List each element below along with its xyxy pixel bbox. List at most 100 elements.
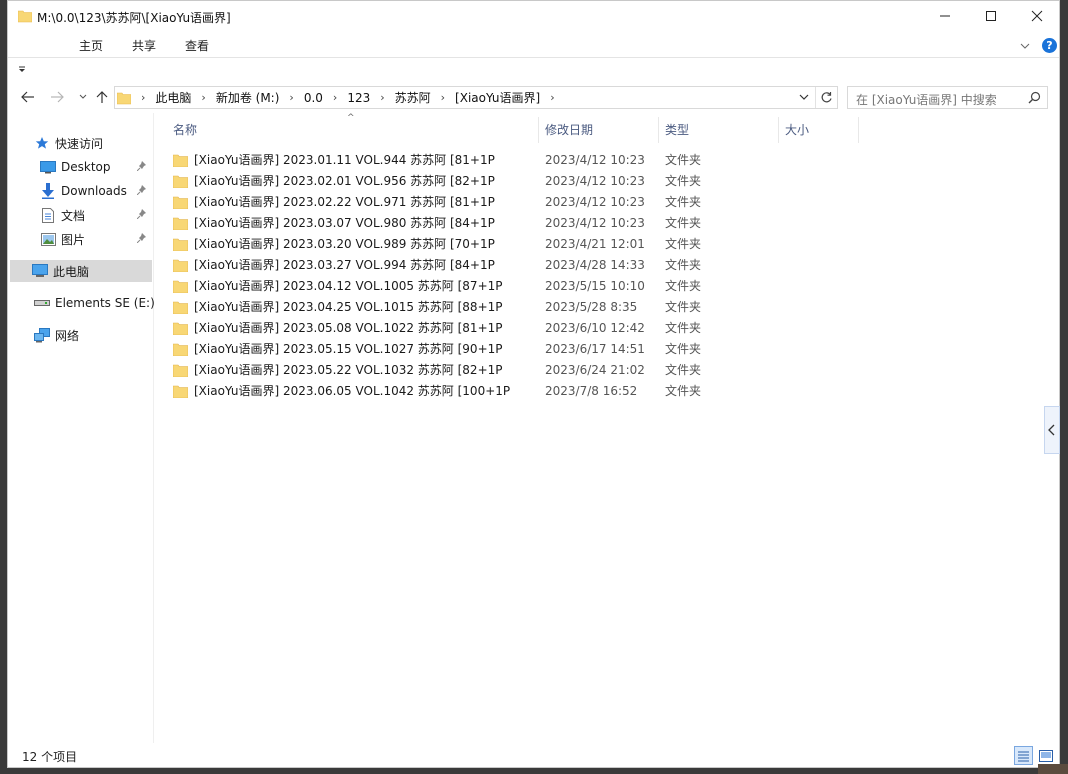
sidebar-item-label: 快速访问 bbox=[55, 136, 104, 151]
breadcrumb-separator[interactable]: › bbox=[441, 91, 445, 104]
breadcrumb-item[interactable]: 此电脑 bbox=[155, 89, 191, 106]
folder-icon bbox=[17, 9, 33, 26]
file-name: [XiaoYu语画界] 2023.05.08 VOL.1022 苏苏阿 [81+… bbox=[194, 321, 503, 335]
refresh-button[interactable] bbox=[815, 87, 837, 108]
help-icon[interactable]: ? bbox=[1042, 38, 1057, 53]
large-icons-view-button[interactable] bbox=[1036, 746, 1055, 765]
sidebar-item-elements-drive[interactable]: Elements SE (E:) bbox=[33, 292, 155, 314]
file-name: [XiaoYu语画界] 2023.04.25 VOL.1015 苏苏阿 [88+… bbox=[194, 300, 503, 314]
tab-home[interactable]: 主页 bbox=[79, 37, 103, 54]
file-type: 文件夹 bbox=[665, 258, 702, 272]
column-header-name[interactable]: 名称 bbox=[167, 113, 537, 145]
sidebar-item-label: Desktop bbox=[61, 160, 111, 174]
file-type: 文件夹 bbox=[665, 174, 702, 188]
file-modified: 2023/7/8 16:52 bbox=[545, 383, 638, 398]
search-input[interactable]: 在 [XiaoYu语画界] 中搜索 bbox=[847, 86, 1048, 109]
pin-icon[interactable] bbox=[136, 160, 147, 174]
file-row[interactable]: [XiaoYu语画界] 2023.04.25 VOL.1015 苏苏阿 [88+… bbox=[172, 296, 873, 317]
file-type: 文件夹 bbox=[665, 153, 702, 167]
breadcrumb-separator[interactable]: › bbox=[289, 91, 293, 104]
back-button[interactable] bbox=[17, 86, 39, 108]
details-view-icon bbox=[1018, 751, 1029, 761]
file-modified: 2023/6/24 21:02 bbox=[545, 362, 645, 377]
folder-icon bbox=[172, 343, 189, 356]
arrow-up-icon bbox=[96, 91, 108, 103]
file-row[interactable]: [XiaoYu语画界] 2023.01.11 VOL.944 苏苏阿 [81+1… bbox=[172, 149, 873, 170]
folder-icon bbox=[172, 154, 189, 167]
column-header-label: 名称 bbox=[173, 122, 198, 137]
column-divider[interactable] bbox=[858, 117, 859, 143]
address-history-chevron-down-icon[interactable] bbox=[798, 90, 810, 107]
sidebar-item-quick-access[interactable]: 快速访问 bbox=[33, 132, 103, 154]
file-row[interactable]: [XiaoYu语画界] 2023.04.12 VOL.1005 苏苏阿 [87+… bbox=[172, 275, 873, 296]
forward-button[interactable] bbox=[46, 86, 68, 108]
sidebar-item-network[interactable]: 网络 bbox=[33, 324, 79, 346]
sidebar-item-pictures[interactable]: 图片 bbox=[39, 228, 154, 250]
file-name: [XiaoYu语画界] 2023.06.05 VOL.1042 苏苏阿 [100… bbox=[194, 384, 511, 398]
breadcrumb-item[interactable]: 123 bbox=[347, 91, 370, 105]
file-row[interactable]: [XiaoYu语画界] 2023.05.08 VOL.1022 苏苏阿 [81+… bbox=[172, 317, 873, 338]
minimize-button[interactable] bbox=[922, 1, 968, 31]
file-modified: 2023/4/12 10:23 bbox=[545, 173, 645, 188]
file-row[interactable]: [XiaoYu语画界] 2023.05.15 VOL.1027 苏苏阿 [90+… bbox=[172, 338, 873, 359]
file-type: 文件夹 bbox=[665, 195, 702, 209]
file-row[interactable]: [XiaoYu语画界] 2023.03.07 VOL.980 苏苏阿 [84+1… bbox=[172, 212, 873, 233]
column-header-type[interactable]: 类型 bbox=[659, 113, 777, 145]
file-modified: 2023/6/10 12:42 bbox=[545, 320, 645, 335]
tab-view[interactable]: 查看 bbox=[185, 37, 209, 54]
file-type: 文件夹 bbox=[665, 279, 702, 293]
file-name: [XiaoYu语画界] 2023.05.15 VOL.1027 苏苏阿 [90+… bbox=[194, 342, 503, 356]
sidebar-item-this-pc[interactable]: 此电脑 bbox=[10, 260, 152, 282]
file-row[interactable]: [XiaoYu语画界] 2023.02.22 VOL.971 苏苏阿 [81+1… bbox=[172, 191, 873, 212]
breadcrumb-separator[interactable]: › bbox=[141, 91, 145, 104]
file-row[interactable]: [XiaoYu语画界] 2023.03.27 VOL.994 苏苏阿 [84+1… bbox=[172, 254, 873, 275]
up-button[interactable] bbox=[91, 86, 113, 108]
breadcrumb-separator[interactable]: › bbox=[201, 91, 205, 104]
title-bar[interactable]: M:\0.0\123\苏苏阿\[XiaoYu语画界] bbox=[8, 1, 1059, 31]
folder-icon bbox=[172, 259, 189, 272]
file-type: 文件夹 bbox=[665, 363, 702, 377]
breadcrumb-item[interactable]: [XiaoYu语画界] bbox=[455, 89, 540, 106]
details-view-button[interactable] bbox=[1014, 746, 1033, 765]
column-header-label: 大小 bbox=[785, 122, 810, 137]
file-row[interactable]: [XiaoYu语画界] 2023.05.22 VOL.1032 苏苏阿 [82+… bbox=[172, 359, 873, 380]
sidebar-item-label: Elements SE (E:) bbox=[55, 296, 155, 310]
computer-icon bbox=[31, 263, 49, 279]
file-row[interactable]: [XiaoYu语画界] 2023.03.20 VOL.989 苏苏阿 [70+1… bbox=[172, 233, 873, 254]
column-header-size[interactable]: 大小 bbox=[779, 113, 857, 145]
folder-icon bbox=[172, 196, 189, 209]
sidebar-item-desktop[interactable]: Desktop bbox=[39, 156, 154, 178]
search-icon[interactable] bbox=[1028, 91, 1041, 107]
folder-icon bbox=[172, 217, 189, 230]
breadcrumb-separator[interactable]: › bbox=[550, 91, 554, 104]
column-header-modified[interactable]: 修改日期 bbox=[539, 113, 657, 145]
pin-icon[interactable] bbox=[136, 184, 147, 198]
file-name: [XiaoYu语画界] 2023.03.27 VOL.994 苏苏阿 [84+1… bbox=[194, 258, 495, 272]
breadcrumb-item[interactable]: 0.0 bbox=[304, 91, 323, 105]
expand-ribbon-chevron-icon[interactable] bbox=[1020, 39, 1030, 53]
breadcrumb-item[interactable]: 苏苏阿 bbox=[395, 89, 431, 106]
folder-icon bbox=[172, 301, 189, 314]
folder-icon bbox=[172, 364, 189, 377]
download-icon bbox=[39, 183, 57, 199]
pin-icon[interactable] bbox=[136, 232, 147, 246]
folder-icon bbox=[172, 175, 189, 188]
file-name: [XiaoYu语画界] 2023.05.22 VOL.1032 苏苏阿 [82+… bbox=[194, 363, 503, 377]
file-name: [XiaoYu语画界] 2023.04.12 VOL.1005 苏苏阿 [87+… bbox=[194, 279, 503, 293]
tab-share[interactable]: 共享 bbox=[132, 37, 156, 54]
breadcrumb-separator[interactable]: › bbox=[380, 91, 384, 104]
file-row[interactable]: [XiaoYu语画界] 2023.06.05 VOL.1042 苏苏阿 [100… bbox=[172, 380, 873, 401]
sidebar-item-downloads[interactable]: Downloads bbox=[39, 180, 154, 202]
breadcrumb-separator[interactable]: › bbox=[333, 91, 337, 104]
breadcrumb-item[interactable]: 新加卷 (M:) bbox=[216, 89, 280, 106]
sidebar-item-documents[interactable]: 文档 bbox=[39, 204, 154, 226]
quick-access-toolbar-dropdown-icon[interactable] bbox=[18, 63, 26, 77]
navigation-bar: › 此电脑 › 新加卷 (M:) › 0.0 › 123 › 苏苏阿 › [Xi… bbox=[8, 84, 1059, 111]
file-row[interactable]: [XiaoYu语画界] 2023.02.01 VOL.956 苏苏阿 [82+1… bbox=[172, 170, 873, 191]
preview-pane-toggle-chevron-left-icon[interactable] bbox=[1044, 406, 1060, 454]
maximize-button[interactable] bbox=[968, 1, 1014, 31]
address-bar[interactable]: › 此电脑 › 新加卷 (M:) › 0.0 › 123 › 苏苏阿 › [Xi… bbox=[114, 86, 838, 109]
pin-icon[interactable] bbox=[136, 208, 147, 222]
close-button[interactable] bbox=[1014, 1, 1060, 31]
column-header-label: 类型 bbox=[665, 122, 690, 137]
